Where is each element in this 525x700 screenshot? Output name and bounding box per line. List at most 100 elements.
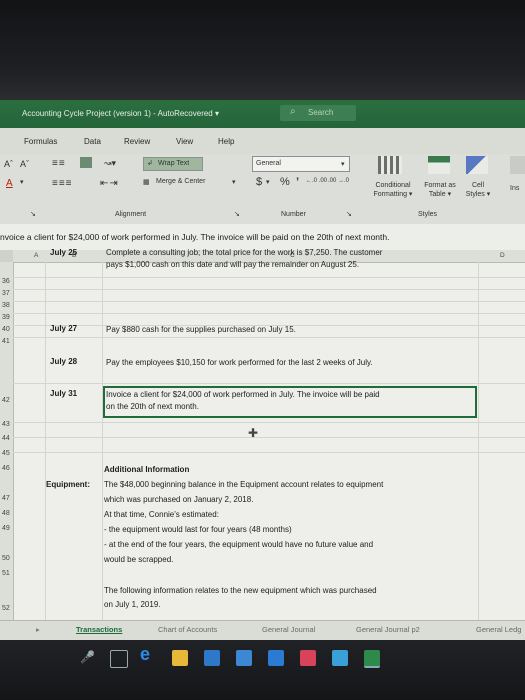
tab-help[interactable]: Help (218, 137, 234, 146)
row-header[interactable]: 49 (2, 525, 10, 532)
word-icon[interactable] (332, 650, 348, 666)
font-color-icon[interactable]: A (6, 178, 13, 189)
insert-icon[interactable] (510, 156, 525, 174)
row-header[interactable]: 45 (2, 450, 10, 457)
currency-button[interactable]: $ (256, 176, 262, 188)
cell-text[interactable]: which was purchased on January 2, 2018. (104, 494, 253, 505)
cell-text[interactable]: The following information relates to the… (104, 585, 377, 596)
row-header[interactable]: 41 (2, 338, 10, 345)
orientation-icon[interactable]: ↝▾ (104, 158, 116, 169)
tab-transactions[interactable]: Transactions (76, 625, 122, 634)
cell-description[interactable]: Pay the employees $10,150 for work perfo… (106, 357, 373, 368)
format-as-table-icon[interactable] (428, 156, 450, 174)
wrap-text-button[interactable]: ↲ Wrap Text (143, 157, 203, 171)
format-as-table-button[interactable]: Format as Table ▾ (420, 181, 460, 199)
row-header[interactable]: 48 (2, 510, 10, 517)
cell-date[interactable]: July 27 (50, 323, 77, 334)
cell-description[interactable]: Invoice a client for $24,000 of work per… (106, 389, 380, 400)
tab-general-journal[interactable]: General Journal (262, 625, 315, 634)
decrease-font-button[interactable]: Aˇ (20, 159, 29, 169)
row-header[interactable]: 52 (2, 605, 10, 612)
row-header[interactable]: 50 (2, 555, 10, 562)
tab-general-journal-p2[interactable]: General Journal p2 (356, 625, 420, 634)
align-top-icon[interactable]: ≡≡ (52, 158, 66, 169)
task-view-icon[interactable] (110, 650, 128, 668)
cell-text[interactable]: At that time, Connie's estimated: (104, 509, 219, 520)
tab-formulas[interactable]: Formulas (24, 137, 57, 146)
column-header-d[interactable]: D (500, 252, 505, 259)
tab-chart-of-accounts[interactable]: Chart of Accounts (158, 625, 217, 634)
merge-center-button[interactable]: Merge & Center (156, 178, 205, 185)
cell-description[interactable]: Complete a consulting job; the total pri… (106, 247, 382, 258)
row-header[interactable]: 51 (2, 570, 10, 577)
chevron-down-icon[interactable]: ▾ (20, 178, 24, 186)
grid-line (13, 289, 525, 290)
increase-font-button[interactable]: Aˆ (4, 159, 13, 169)
row-header[interactable]: 46 (2, 465, 10, 472)
tab-review[interactable]: Review (124, 137, 150, 146)
row-header[interactable]: 47 (2, 495, 10, 502)
sheet-tabs: ▸ Transactions Chart of Accounts General… (0, 620, 525, 641)
decrease-decimal-button[interactable]: .00 →.0 (328, 178, 349, 184)
file-explorer-icon[interactable] (172, 650, 188, 666)
number-format-select[interactable]: General ▾ (252, 156, 350, 172)
row-header[interactable]: 43 (2, 421, 10, 428)
cell-description[interactable]: Pay $880 cash for the supplies purchased… (106, 324, 296, 335)
excel-icon[interactable] (364, 650, 380, 668)
cell-text[interactable]: The $48,000 beginning balance in the Equ… (104, 479, 383, 490)
conditional-formatting-icon[interactable] (378, 156, 402, 174)
spreadsheet-grid[interactable]: A B C D 36 37 38 39 40 41 42 43 44 45 46… (0, 247, 525, 620)
section-heading[interactable]: Additional Information (104, 464, 189, 475)
cell-text[interactable]: - the equipment would last for four year… (104, 524, 292, 535)
chevron-down-icon[interactable]: ▾ (232, 178, 236, 186)
cell-date[interactable]: July 25 (50, 247, 77, 258)
cell-description[interactable]: on the 20th of next month. (106, 401, 199, 412)
search-box[interactable]: ⌕ Search (280, 105, 356, 121)
column-header-a[interactable]: A (34, 252, 38, 259)
tab-data[interactable]: Data (84, 137, 101, 146)
font-dialog-launcher[interactable]: ↘ (30, 210, 36, 218)
row-header[interactable]: 36 (2, 278, 10, 285)
cell-styles-icon[interactable] (466, 156, 488, 174)
select-all-button[interactable] (0, 250, 13, 262)
conditional-formatting-button[interactable]: Conditional Formatting ▾ (368, 181, 418, 199)
alignment-dialog-launcher[interactable]: ↘ (234, 210, 240, 218)
tab-general-ledger[interactable]: General Ledg (476, 625, 521, 634)
align-bottom-icon[interactable] (80, 157, 92, 168)
app-icon[interactable] (300, 650, 316, 666)
chevron-down-icon[interactable]: ▾ (266, 178, 270, 186)
cell-styles-button[interactable]: Cell Styles ▾ (462, 181, 494, 199)
row-header[interactable]: 37 (2, 290, 10, 297)
row-header[interactable]: 39 (2, 314, 10, 321)
ribbon-tabs: Formulas Data Review View Help (0, 128, 525, 154)
grid-line (478, 262, 479, 620)
tab-view[interactable]: View (176, 137, 193, 146)
number-dialog-launcher[interactable]: ↘ (346, 210, 352, 218)
scroll-tabs-icon[interactable]: ▸ (36, 625, 40, 634)
group-label-styles: Styles (418, 211, 438, 218)
window-title: Accounting Cycle Project (version 1) - A… (22, 109, 219, 118)
equipment-label[interactable]: Equipment: (46, 479, 90, 490)
mail-icon[interactable] (236, 650, 252, 666)
store-icon[interactable] (204, 650, 220, 666)
row-header[interactable]: 44 (2, 435, 10, 442)
cell-date[interactable]: July 28 (50, 356, 77, 367)
row-header[interactable]: 42 (2, 397, 10, 404)
cell-text[interactable]: on July 1, 2019. (104, 599, 160, 610)
row-header[interactable]: 38 (2, 302, 10, 309)
row-header[interactable]: 40 (2, 326, 10, 333)
indent-icon[interactable]: ⇤⇥ (100, 178, 119, 189)
cell-text[interactable]: would be scrapped. (104, 554, 173, 565)
lync-icon[interactable] (268, 650, 284, 666)
grid-line (13, 301, 525, 302)
increase-decimal-button[interactable]: ←.0 .00 (306, 178, 327, 184)
comma-button[interactable]: ’ (296, 176, 299, 188)
align-left-icon[interactable]: ≡≡≡ (52, 178, 73, 189)
cell-text[interactable]: - at the end of the four years, the equi… (104, 539, 373, 550)
cell-date[interactable]: July 31 (50, 388, 77, 399)
cell-description[interactable]: pays $1,000 cash on this date and will p… (106, 259, 359, 270)
percent-button[interactable]: % (280, 176, 290, 188)
insert-button[interactable]: Ins (510, 185, 519, 192)
microphone-icon[interactable]: 🎤 (80, 650, 96, 666)
edge-browser-icon[interactable]: e (140, 644, 156, 664)
